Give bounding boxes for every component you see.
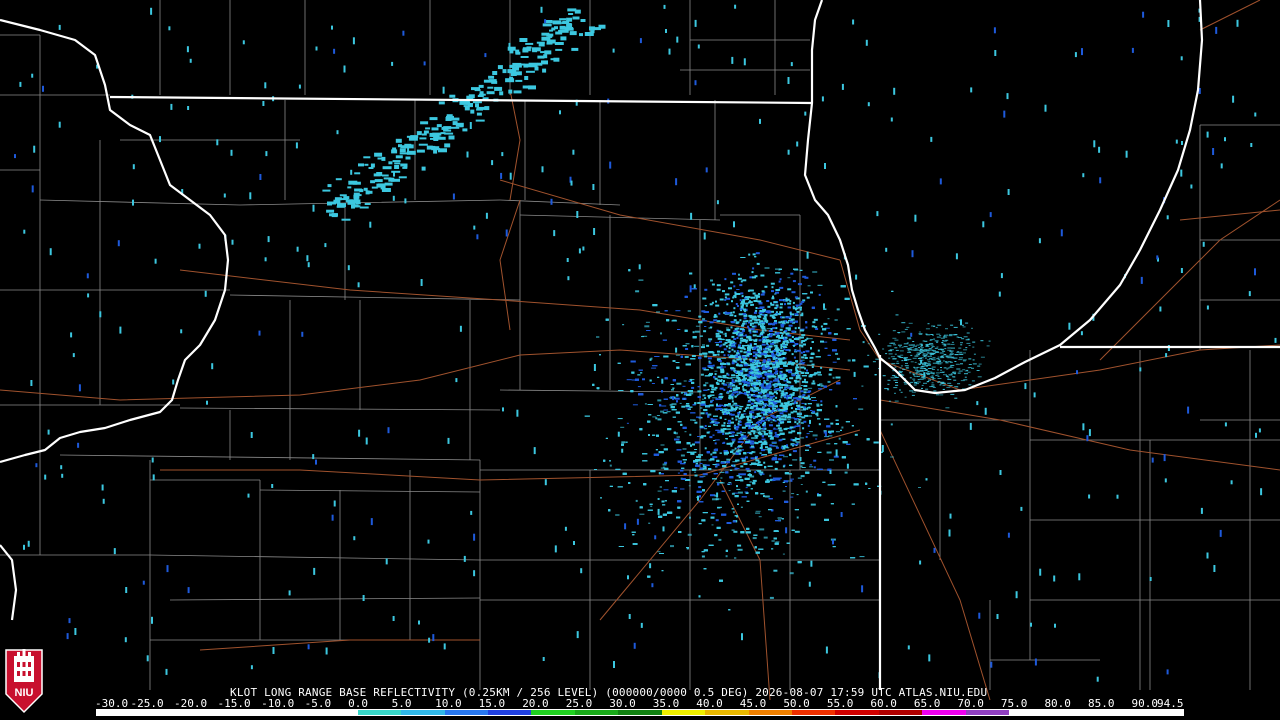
scale-label: 85.0 (1087, 697, 1115, 710)
scale-label: 55.0 (826, 697, 854, 710)
scale-label: -30.0 (95, 697, 129, 710)
scale-label: 30.0 (609, 697, 636, 710)
scale-label: 90.0 (1131, 697, 1158, 710)
scale-label: 50.0 (783, 697, 810, 710)
logo-text: NIU (15, 687, 34, 699)
color-bar-segment (1009, 710, 1053, 715)
scale-label: 0.0 (348, 697, 368, 710)
scale-label: 70.0 (957, 697, 984, 710)
color-bar-segment (1139, 710, 1183, 715)
radar-site-marker (736, 394, 748, 406)
color-bar-segment (1096, 710, 1140, 715)
color-bar-segment (965, 710, 1010, 715)
scale-label: 60.0 (870, 697, 897, 710)
color-bar-segment (314, 710, 358, 715)
color-bar-segment (183, 710, 228, 715)
color-bar-segment (401, 710, 445, 715)
color-bar-segment (661, 710, 706, 715)
radar-map (0, 0, 1280, 720)
color-bar-segment (748, 710, 792, 715)
scale-label: 25.0 (565, 697, 593, 710)
scale-label: 94.5 (1157, 697, 1184, 710)
color-bar-segment (97, 710, 141, 715)
scale-label: 5.0 (391, 697, 412, 710)
color-bar-segment (574, 710, 619, 715)
color-bar-segment (705, 710, 749, 715)
color-bar-segment (792, 710, 836, 715)
color-bar-segment (270, 710, 315, 715)
scale-label: -10.0 (261, 697, 295, 710)
scale-label: 40.0 (696, 697, 723, 710)
color-bar-segment (922, 710, 966, 715)
scale-label: 75.0 (1000, 697, 1028, 710)
color-bar-segment (835, 710, 879, 715)
color-bar-segment (227, 710, 271, 715)
scale-label: -15.0 (217, 697, 251, 710)
color-bar-segment (618, 710, 662, 715)
scale-label: 10.0 (435, 697, 462, 710)
scale-label: 15.0 (478, 697, 506, 710)
color-bar-segment (878, 710, 923, 715)
scale-label: -25.0 (130, 697, 164, 710)
scale-label: 35.0 (652, 697, 680, 710)
reflectivity-color-bar (96, 709, 1184, 716)
scale-label: -5.0 (304, 697, 332, 710)
scale-label: -20.0 (174, 697, 208, 710)
color-bar-segment (1052, 710, 1097, 715)
color-bar-segment (487, 710, 532, 715)
scale-label: 80.0 (1044, 697, 1071, 710)
scale-label: 65.0 (913, 697, 941, 710)
color-bar-segment (140, 710, 184, 715)
niu-logo: NIU (5, 649, 43, 714)
scale-label: 45.0 (739, 697, 767, 710)
color-bar-segment (357, 710, 402, 715)
scale-label: 20.0 (522, 697, 549, 710)
color-bar-segment (531, 710, 575, 715)
color-bar-segment (444, 710, 488, 715)
